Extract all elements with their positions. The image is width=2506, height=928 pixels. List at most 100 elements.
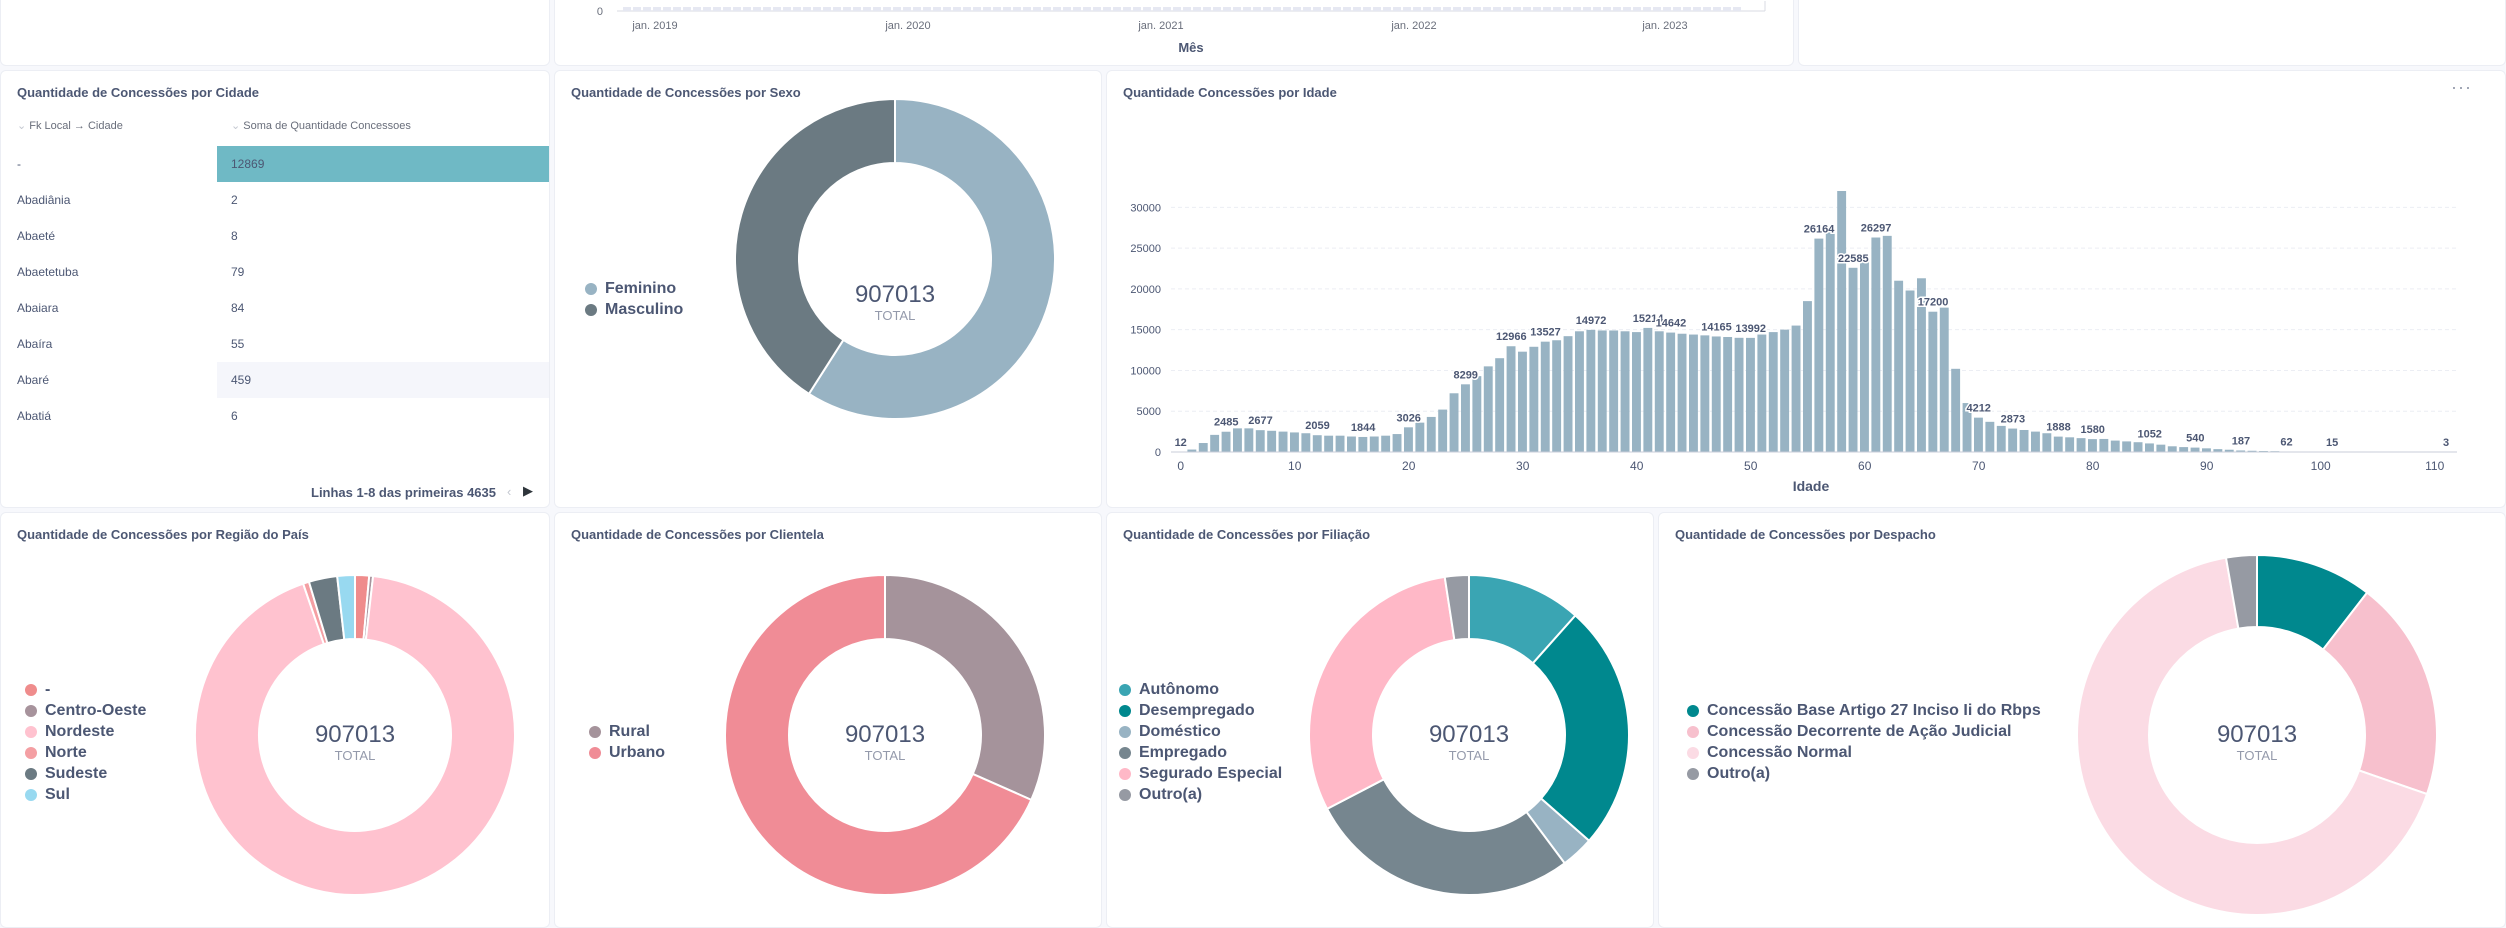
- bar[interactable]: [2202, 448, 2211, 452]
- bar[interactable]: [1677, 333, 1687, 452]
- bar[interactable]: [2099, 438, 2109, 452]
- bar[interactable]: [1791, 325, 1801, 452]
- bar[interactable]: [1951, 368, 1961, 452]
- bar[interactable]: [1449, 393, 1459, 452]
- bar[interactable]: [1221, 431, 1231, 452]
- bar[interactable]: [1643, 327, 1653, 452]
- bar[interactable]: [1814, 238, 1824, 452]
- donut-slice[interactable]: [1325, 777, 1567, 896]
- bar[interactable]: [1837, 191, 1847, 452]
- bar[interactable]: [2110, 440, 2120, 452]
- bar[interactable]: [1461, 384, 1470, 452]
- bar[interactable]: [1848, 267, 1858, 452]
- timeline-bar: [1453, 7, 1461, 11]
- donut-slice[interactable]: [1308, 575, 1456, 811]
- bar[interactable]: [1620, 331, 1630, 452]
- bar[interactable]: [1540, 341, 1550, 452]
- bar[interactable]: [2133, 442, 2143, 452]
- bar[interactable]: [1654, 331, 1664, 452]
- bar[interactable]: [1255, 430, 1265, 452]
- bar[interactable]: [1267, 430, 1277, 452]
- bar[interactable]: [1757, 334, 1767, 452]
- bar[interactable]: [1666, 332, 1676, 452]
- donut-slice[interactable]: [734, 97, 896, 396]
- bar[interactable]: [1392, 434, 1402, 452]
- bar[interactable]: [1734, 337, 1744, 452]
- bar[interactable]: [1700, 335, 1710, 452]
- bar[interactable]: [2122, 441, 2132, 452]
- bar[interactable]: [1495, 358, 1505, 452]
- bar[interactable]: [1324, 435, 1334, 452]
- bar[interactable]: [1518, 351, 1527, 452]
- bar[interactable]: [1632, 332, 1641, 452]
- bar[interactable]: [1780, 329, 1790, 452]
- bar[interactable]: [1233, 428, 1242, 452]
- bar[interactable]: [1529, 346, 1539, 452]
- bar[interactable]: [1438, 409, 1448, 452]
- bar[interactable]: [1278, 431, 1288, 452]
- bar[interactable]: [2190, 447, 2200, 452]
- bar[interactable]: [1369, 436, 1379, 452]
- bar[interactable]: [1768, 332, 1778, 452]
- bar[interactable]: [1985, 421, 1995, 452]
- bar[interactable]: [1996, 425, 2006, 452]
- bar[interactable]: [1404, 427, 1413, 452]
- bar[interactable]: [1426, 416, 1436, 452]
- bar[interactable]: [1347, 436, 1356, 452]
- bar[interactable]: [2167, 446, 2177, 452]
- bar[interactable]: [1563, 336, 1573, 452]
- bar[interactable]: [2031, 431, 2040, 452]
- bar[interactable]: [1506, 346, 1516, 452]
- donut-slice[interactable]: [884, 573, 1046, 802]
- bar[interactable]: [1552, 340, 1562, 452]
- bar[interactable]: [1871, 237, 1881, 452]
- bar[interactable]: [2053, 436, 2063, 452]
- bar[interactable]: [1609, 330, 1619, 452]
- bar[interactable]: [2088, 439, 2097, 452]
- chevron-left-icon[interactable]: ‹: [507, 484, 511, 499]
- timeline-bar: [1643, 7, 1651, 11]
- bar[interactable]: [1723, 336, 1733, 452]
- data-label: 22585: [1838, 253, 1869, 265]
- bar[interactable]: [1335, 435, 1345, 452]
- bar[interactable]: [1358, 436, 1368, 452]
- bar[interactable]: [1210, 434, 1220, 452]
- bar[interactable]: [2156, 444, 2166, 452]
- bar[interactable]: [1905, 290, 1915, 452]
- bar[interactable]: [1974, 417, 1983, 452]
- bar[interactable]: [1597, 330, 1607, 452]
- bar[interactable]: [1301, 433, 1311, 452]
- bar[interactable]: [1472, 376, 1482, 452]
- timeline-bar: [923, 7, 931, 11]
- bar[interactable]: [1711, 336, 1721, 452]
- bar[interactable]: [1882, 235, 1892, 452]
- bar[interactable]: [1575, 331, 1584, 452]
- bar[interactable]: [1483, 366, 1493, 452]
- chevron-right-icon[interactable]: ▶: [523, 483, 533, 499]
- bar[interactable]: [1198, 443, 1208, 452]
- bar[interactable]: [2042, 433, 2052, 452]
- bar[interactable]: [1415, 422, 1425, 452]
- timeline-bar: [1573, 7, 1581, 11]
- column-header-soma[interactable]: ⌄ Soma de Quantidade Concessoes: [231, 119, 411, 132]
- bar[interactable]: [1939, 307, 1949, 452]
- bar[interactable]: [1825, 227, 1835, 452]
- column-header-cidade[interactable]: ⌄ Fk Local → Cidade: [17, 119, 123, 132]
- bar[interactable]: [1746, 337, 1755, 452]
- bar[interactable]: [1689, 334, 1698, 452]
- bar[interactable]: [1290, 432, 1299, 452]
- bar[interactable]: [1586, 329, 1596, 452]
- bar[interactable]: [2145, 443, 2154, 452]
- bar[interactable]: [1244, 428, 1254, 452]
- bar[interactable]: [1928, 311, 1938, 452]
- bar[interactable]: [1381, 435, 1391, 452]
- bar[interactable]: [2179, 447, 2189, 452]
- bar[interactable]: [1803, 301, 1812, 452]
- bar[interactable]: [2076, 438, 2086, 452]
- bar[interactable]: [1312, 435, 1322, 452]
- bar[interactable]: [1860, 256, 1869, 452]
- bar[interactable]: [1894, 280, 1904, 452]
- bar[interactable]: [2065, 437, 2075, 452]
- bar[interactable]: [2019, 429, 2029, 452]
- bar[interactable]: [2008, 428, 2018, 452]
